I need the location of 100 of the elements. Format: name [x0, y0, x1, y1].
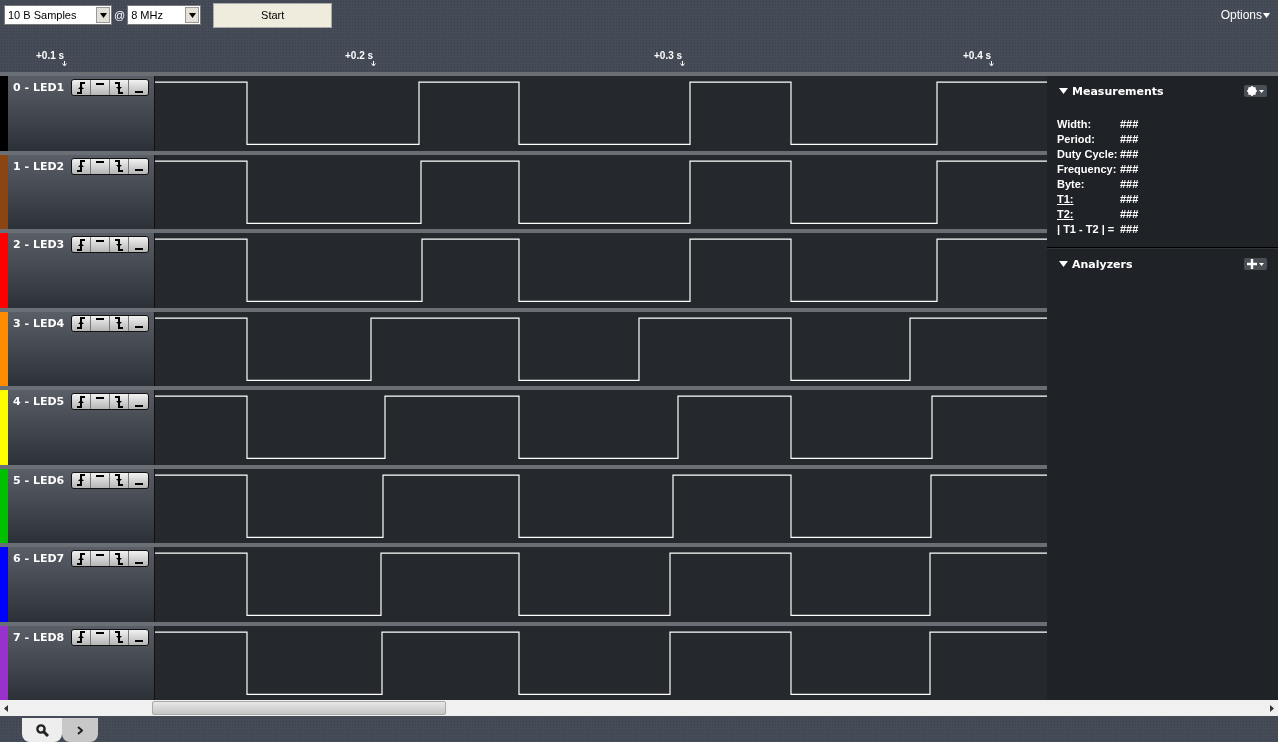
- low-level-trigger-button[interactable]: [129, 472, 148, 488]
- dropdown-arrow-icon: [99, 12, 107, 18]
- rising-edge-trigger-button[interactable]: [72, 237, 91, 252]
- rising-edge-trigger-button[interactable]: [72, 472, 91, 488]
- low-level-trigger-button[interactable]: [129, 551, 148, 566]
- rising-edge-icon: [76, 238, 86, 251]
- add-analyzer-button[interactable]: [1243, 257, 1268, 271]
- time-tick-label: +0.1 s: [36, 50, 65, 61]
- start-button[interactable]: Start: [213, 2, 333, 28]
- scroll-right-icon: [1270, 704, 1274, 712]
- rising-edge-trigger-button[interactable]: [72, 394, 91, 409]
- rising-edge-icon: [76, 474, 86, 486]
- gear-icon: [1247, 86, 1257, 96]
- measurement-value: ###: [1120, 162, 1140, 177]
- measurement-label: Width:: [1057, 117, 1093, 132]
- scrollbar-thumb[interactable]: [152, 701, 446, 715]
- high-level-icon: [96, 553, 104, 556]
- high-level-trigger-button[interactable]: [91, 315, 110, 331]
- high-level-trigger-button[interactable]: [91, 472, 110, 488]
- rising-edge-icon: [76, 631, 86, 643]
- rising-edge-trigger-button[interactable]: [72, 80, 91, 95]
- caret-icon: [1259, 89, 1264, 93]
- rising-edge-trigger-button[interactable]: [72, 629, 91, 645]
- falling-edge-icon: [114, 238, 124, 251]
- search-icon: [35, 723, 49, 737]
- rising-edge-icon: [76, 552, 86, 565]
- caret-icon: [1263, 12, 1270, 18]
- falling-edge-trigger-button[interactable]: [110, 315, 129, 331]
- falling-edge-trigger-button[interactable]: [110, 629, 129, 645]
- channel-name: 0 - LED1: [13, 81, 66, 94]
- channel-name: 5 - LED6: [13, 473, 66, 487]
- channel-name: 2 - LED3: [13, 238, 66, 251]
- settings-button[interactable]: [1243, 84, 1268, 98]
- channel-name: 1 - LED2: [13, 159, 66, 173]
- falling-edge-trigger-button[interactable]: [110, 237, 129, 252]
- rising-edge-trigger-button[interactable]: [72, 315, 91, 331]
- expanded-triangle-icon: [1059, 88, 1068, 94]
- panel-tab[interactable]: [22, 718, 62, 742]
- high-level-icon: [96, 82, 104, 85]
- low-level-icon: [134, 404, 143, 407]
- measurement-label: Byte:: [1057, 177, 1086, 192]
- falling-edge-icon: [114, 631, 124, 643]
- time-tick-label: +0.2 s: [345, 50, 374, 61]
- rising-edge-icon: [76, 81, 86, 94]
- dropdown-arrow-icon: [188, 12, 196, 18]
- options-menu[interactable]: Options: [1216, 8, 1274, 22]
- analyzers-heading[interactable]: Analyzers: [1059, 257, 1133, 271]
- falling-edge-trigger-button[interactable]: [110, 551, 129, 566]
- measurement-value: ###: [1120, 117, 1140, 132]
- rising-edge-icon: [76, 160, 86, 172]
- low-level-trigger-button[interactable]: [129, 315, 148, 331]
- rising-edge-icon: [76, 317, 86, 329]
- measurements-heading[interactable]: Measurements: [1059, 84, 1164, 98]
- measurement-label: Duty Cycle:: [1057, 147, 1119, 162]
- rising-edge-trigger-button[interactable]: [72, 158, 91, 174]
- high-level-trigger-button[interactable]: [91, 629, 110, 645]
- low-level-trigger-button[interactable]: [129, 394, 148, 409]
- falling-edge-trigger-button[interactable]: [110, 158, 129, 174]
- falling-edge-icon: [114, 474, 124, 486]
- time-tick-label: +0.4 s: [963, 50, 992, 61]
- caret-icon: [1259, 262, 1264, 266]
- tick-arrow-icon: [680, 61, 685, 66]
- falling-edge-trigger-button[interactable]: [110, 394, 129, 409]
- tick-arrow-icon: [371, 61, 376, 66]
- low-level-trigger-button[interactable]: [129, 80, 148, 95]
- low-level-trigger-button[interactable]: [129, 237, 148, 252]
- falling-edge-trigger-button[interactable]: [110, 80, 129, 95]
- high-level-trigger-button[interactable]: [91, 80, 110, 95]
- high-level-trigger-button[interactable]: [91, 551, 110, 566]
- high-level-icon: [96, 396, 104, 399]
- time-tick-label: +0.3 s: [654, 50, 683, 61]
- low-level-icon: [134, 247, 143, 250]
- measurement-label: Period:: [1057, 132, 1096, 147]
- high-level-trigger-button[interactable]: [91, 237, 110, 252]
- falling-edge-icon: [114, 81, 124, 94]
- at-sign: @: [114, 9, 126, 21]
- falling-edge-trigger-button[interactable]: [110, 472, 129, 488]
- plus-icon: [1247, 259, 1257, 269]
- channel-name: 3 - LED4: [13, 316, 66, 330]
- tick-arrow-icon: [989, 61, 994, 66]
- sample-count-dropdown[interactable]: 10 B Samples: [4, 5, 112, 25]
- low-level-trigger-button[interactable]: [129, 629, 148, 645]
- high-level-trigger-button[interactable]: [91, 158, 110, 174]
- high-level-trigger-button[interactable]: [91, 394, 110, 409]
- channel-name: 6 - LED7: [13, 552, 66, 565]
- measurement-label: | T1 - T2 | =: [1057, 222, 1116, 237]
- low-level-trigger-button[interactable]: [129, 158, 148, 174]
- sample-rate-dropdown[interactable]: 8 MHz: [127, 5, 202, 25]
- measurement-value: ###: [1120, 147, 1140, 162]
- scroll-left-icon: [4, 704, 8, 712]
- measurement-label: T2:: [1057, 207, 1075, 222]
- measurement-label: Frequency:: [1057, 162, 1118, 177]
- rising-edge-trigger-button[interactable]: [72, 551, 91, 566]
- falling-edge-icon: [114, 552, 124, 565]
- tick-arrow-icon: [62, 61, 67, 66]
- horizontal-scrollbar[interactable]: [0, 700, 1278, 716]
- low-level-icon: [134, 561, 143, 564]
- measurement-value: ###: [1120, 222, 1140, 237]
- measurement-label: T1:: [1057, 192, 1075, 207]
- falling-edge-icon: [114, 317, 124, 329]
